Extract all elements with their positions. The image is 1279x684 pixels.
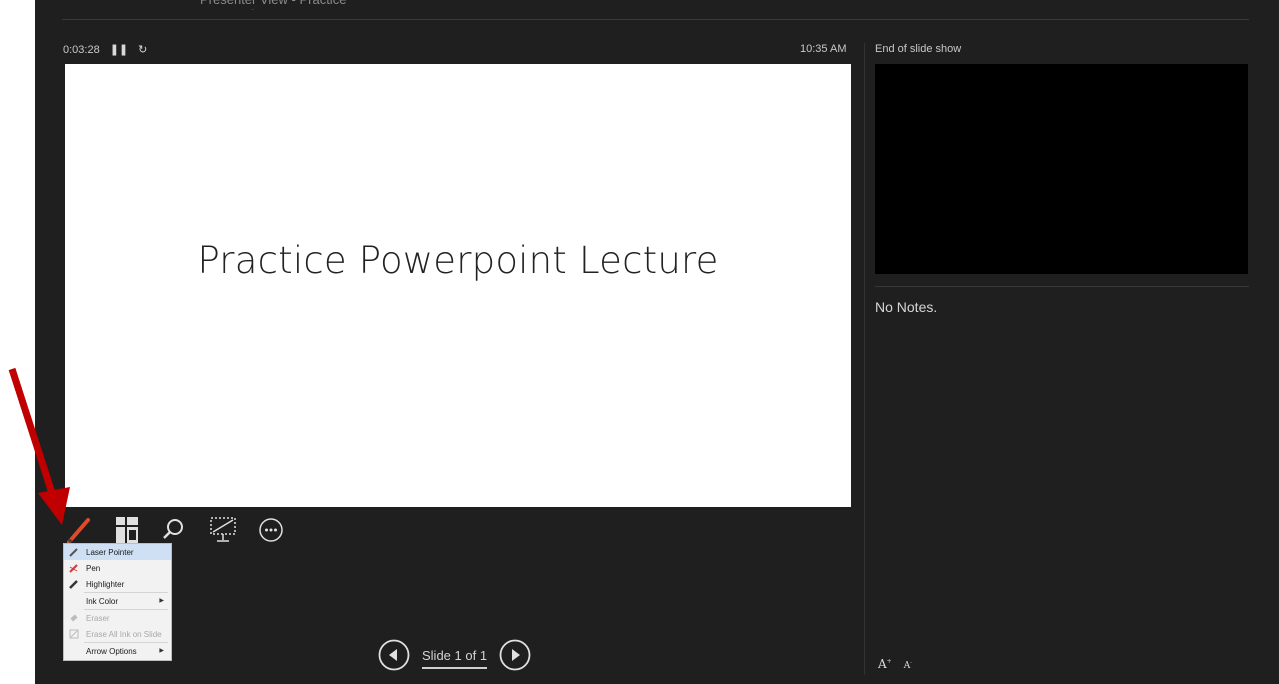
menu-item-highlighter[interactable]: Highlighter [64,576,171,592]
laser-pointer-icon [69,547,79,557]
annotation-arrow-icon [8,367,70,525]
black-screen-icon[interactable] [206,513,240,547]
pause-icon[interactable]: ❚❚ [110,43,128,56]
highlighter-icon [69,579,79,589]
restart-timer-icon[interactable]: ↻ [138,43,147,56]
window-title: Presenter View - Practice Powerpoint [200,0,400,10]
menu-item-arrow-options[interactable]: Arrow Options ▶ [64,643,171,659]
menu-label: Laser Pointer [86,547,134,557]
menu-label: Pen [86,563,101,573]
menu-label: Ink Color [86,596,119,606]
see-all-slides-icon[interactable] [110,513,144,547]
zoom-icon[interactable] [158,513,192,547]
submenu-arrow-icon: ▶ [159,598,164,604]
top-divider [62,19,1249,20]
next-slide-preview[interactable] [875,64,1248,274]
slide-counter[interactable]: Slide 1 of 1 [422,647,488,669]
decrease-font-icon[interactable]: A- [904,660,912,671]
speaker-notes: No Notes. [875,299,938,315]
erase-all-icon [69,629,79,639]
eraser-icon [69,613,79,623]
increase-font-icon[interactable]: A+ [878,657,892,671]
menu-item-laser-pointer[interactable]: Laser Pointer [64,544,171,560]
menu-item-erase-all-ink[interactable]: Erase All Ink on Slide [64,626,171,642]
menu-label: Highlighter [86,579,125,589]
slide-title: Practice Powerpoint Lecture [197,239,719,282]
notes-divider[interactable] [875,286,1249,287]
menu-label: Arrow Options [86,646,137,656]
submenu-arrow-icon: ▶ [159,648,164,654]
more-options-icon[interactable] [254,513,288,547]
slide-counter-underline [422,666,488,669]
slide-counter-text: Slide 1 of 1 [422,647,488,663]
presenter-view: Presenter View - Practice Powerpoint 0:0… [35,0,1279,684]
pen-icon [69,563,79,573]
next-slide-label: End of slide show [875,43,962,55]
menu-item-ink-color[interactable]: Ink Color ▶ [64,593,171,609]
previous-slide-icon[interactable] [378,639,410,671]
timer-bar: 0:03:28 ❚❚ ↻ [63,43,147,57]
menu-item-eraser[interactable]: Eraser [64,610,171,626]
pen-context-menu: Laser Pointer Pen Highlighter Ink Color … [63,543,172,661]
slide-toolbar [62,513,288,547]
slide-navigation: Slide 1 of 1 [378,639,531,671]
menu-item-pen[interactable]: Pen [64,560,171,576]
current-slide[interactable]: Practice Powerpoint Lecture [65,64,851,507]
window-top-text: Presenter View - Practice Powerpoint [200,0,400,10]
pane-divider[interactable] [864,43,865,675]
next-slide-icon[interactable] [499,639,531,671]
elapsed-time: 0:03:28 [63,43,100,56]
current-time: 10:35 AM [800,43,847,55]
menu-label: Erase All Ink on Slide [86,629,162,639]
menu-label: Eraser [86,613,110,623]
notes-font-controls: A+ A- [878,657,912,671]
